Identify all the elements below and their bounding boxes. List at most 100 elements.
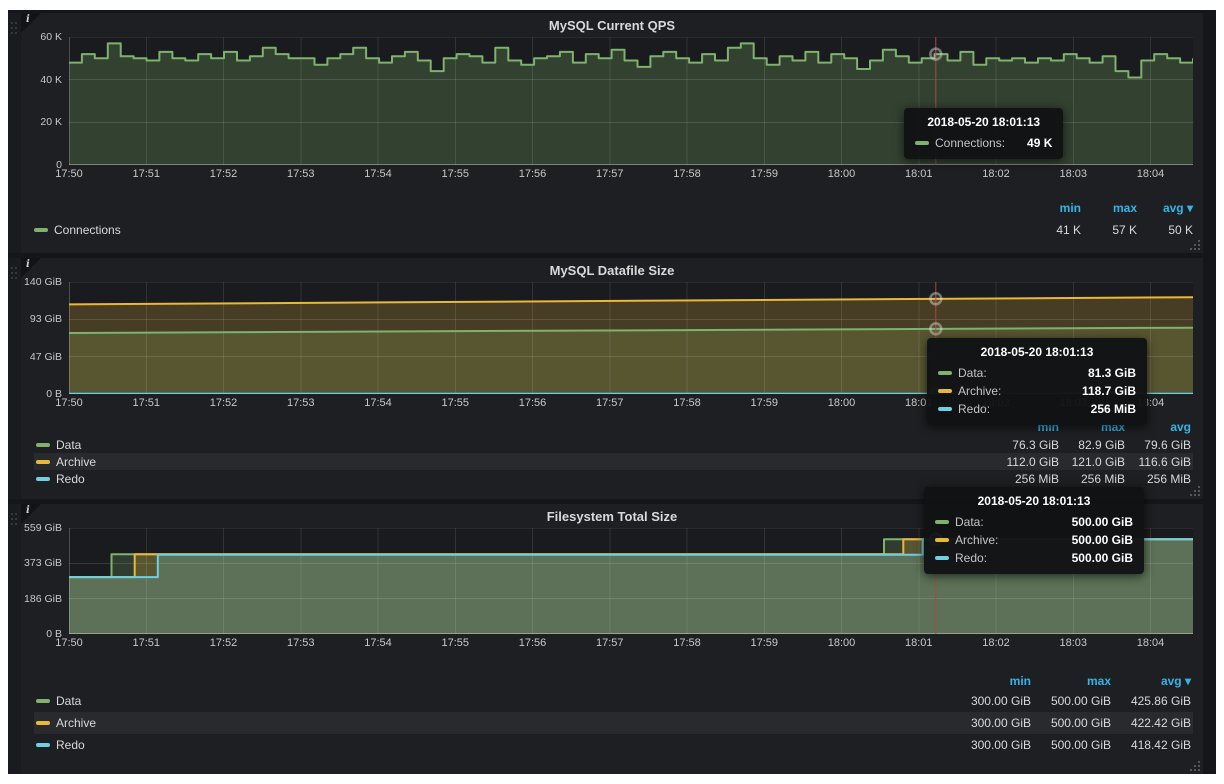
stat-header-max[interactable]: max [1081,201,1137,215]
x-tick-label: 18:01 [905,637,933,649]
tooltip-series-label: Connections: [935,134,1005,152]
stat-header-max[interactable]: max [1031,674,1111,688]
panel-resize-handle[interactable] [1189,239,1200,250]
legend-row-data: Data76.3 GiB82.9 GiB79.6 GiB [34,436,1193,453]
legend-series-label: Data [56,438,81,452]
legend-row-redo: Redo300.00 GiB500.00 GiB418.42 GiB [34,734,1193,756]
tooltip-series-row: Redo:256 MiB [938,400,1136,418]
panel-filesystem-total-size: i Filesystem Total Size 559 GiB373 GiB18… [21,504,1203,774]
panel-info-corner[interactable] [21,258,41,278]
stat-header-min[interactable]: min [1025,201,1081,215]
x-tick-label: 17:57 [596,637,624,649]
stat-value-avg: 418.42 GiB [1111,738,1191,752]
tooltip-time: 2018-05-20 18:01:13 [935,494,1133,508]
tooltip-series-row: Redo:500.00 GiB [935,549,1133,567]
tooltip-series-value: 500.00 GiB [1056,549,1133,567]
stat-value-min: 112.0 GiB [993,455,1059,469]
panel-info-corner[interactable] [21,504,41,524]
tooltip-series-label: Data: [958,364,987,382]
x-tick-label: 18:00 [828,637,856,649]
panel-info-corner[interactable] [21,13,41,33]
stat-header-avg-[interactable]: avg ▾ [1137,201,1193,215]
legend-series-archive[interactable]: Archive [36,716,951,730]
dashboard-row-3: i Filesystem Total Size 559 GiB373 GiB18… [8,504,1216,774]
series-color-dash-icon [935,520,949,524]
grip-dots-icon [11,513,13,515]
panel-resize-handle[interactable] [1189,485,1200,496]
x-tick-label: 17:57 [596,168,624,180]
legend-series-redo[interactable]: Redo [36,472,993,486]
legend-series-data[interactable]: Data [36,438,993,452]
series-color-dash-icon [938,371,952,375]
series-color-dash-icon [935,556,949,560]
panel-title[interactable]: MySQL Datafile Size [21,258,1203,282]
stat-value-avg: 50 K [1137,223,1193,237]
hover-tooltip: 2018-05-20 18:01:13 Connections: 49 K [904,108,1063,159]
tooltip-series-label: Archive: [955,531,998,549]
legend-series-connections[interactable]: Connections [34,223,121,237]
x-tick-label: 17:58 [673,637,701,649]
tooltip-series-row: Connections: 49 K [915,134,1052,152]
tooltip-rows: Data:500.00 GiBArchive:500.00 GiBRedo:50… [935,513,1133,567]
stat-value-max: 57 K [1081,223,1137,237]
x-tick-label: 18:02 [982,637,1010,649]
x-tick-label: 18:03 [1059,637,1087,649]
x-tick-label: 18:00 [828,168,856,180]
grip-dots-icon [11,267,13,269]
tooltip-series-row: Data: 81.3 GiB [938,364,1136,382]
stat-value-avg: 116.6 GiB [1125,455,1191,469]
y-axis-labels: 140 GiB93 GiB47 GiB0 B [21,282,67,412]
x-tick-label: 17:54 [364,397,392,409]
dashboard-row-1: i MySQL Current QPS 60 K40 K20 K0 17:501… [8,13,1216,253]
legend-header-row: minmaxavg ▾ [34,672,1193,690]
x-tick-label: 17:50 [55,397,83,409]
row-drag-handle[interactable] [8,504,21,774]
stat-header-min[interactable]: min [951,674,1031,688]
x-tick-label: 17:52 [210,397,238,409]
panel-resize-handle[interactable] [1189,760,1200,771]
x-tick-label: 17:50 [55,168,83,180]
panel-title[interactable]: MySQL Current QPS [21,13,1203,37]
stat-value-max: 121.0 GiB [1059,455,1125,469]
stat-value-avg: 422.42 GiB [1111,716,1191,730]
legend-series-label: Data [56,694,81,708]
stat-value-min: 41 K [1025,223,1081,237]
y-tick-label: 47 GiB [30,351,62,363]
stat-value-max: 500.00 GiB [1031,716,1111,730]
tooltip-rows: Data:81.3 GiBArchive:118.7 GiBRedo:256 M… [938,364,1136,418]
x-tick-label: 17:51 [132,168,160,180]
legend-stats: minmaxavg ▾ 41 K57 K50 K [1025,201,1193,237]
stat-value-min: 76.3 GiB [993,438,1059,452]
stat-value-max: 256 MiB [1059,472,1125,486]
x-tick-label: 18:04 [1137,637,1165,649]
legend-series-archive[interactable]: Archive [36,455,993,469]
series-color-dash-icon [36,460,50,464]
y-axis-labels: 60 K40 K20 K0 [21,37,67,183]
hover-tooltip: 2018-05-20 18:01:13 Data:81.3 GiBArchive… [927,338,1147,425]
tooltip-time: 2018-05-20 18:01:13 [915,115,1052,129]
x-tick-label: 18:02 [982,168,1010,180]
series-color-dash-icon [36,443,50,447]
stat-value-min: 256 MiB [993,472,1059,486]
x-tick-label: 17:57 [596,397,624,409]
legend-series-label: Archive [56,716,96,730]
legend-series-data[interactable]: Data [36,694,951,708]
series-color-dash-icon [36,477,50,481]
y-tick-label: 60 K [40,31,62,43]
x-tick-label: 17:59 [750,637,778,649]
row-drag-handle[interactable] [8,13,21,253]
x-tick-label: 17:52 [210,168,238,180]
x-tick-label: 18:01 [905,168,933,180]
x-tick-label: 18:03 [1059,168,1087,180]
dashboard-row-2: i MySQL Datafile Size 140 GiB93 GiB47 Gi… [8,258,1216,499]
tooltip-series-value: 500.00 GiB [1056,531,1133,549]
tooltip-series-value: 49 K [1011,134,1052,152]
tooltip-series-value: 81.3 GiB [1072,364,1136,382]
row-drag-handle[interactable] [8,258,21,499]
stat-header-avg-[interactable]: avg ▾ [1111,674,1191,688]
tooltip-series-value: 500.00 GiB [1056,513,1133,531]
tooltip-series-label: Archive: [958,382,1001,400]
legend-series-redo[interactable]: Redo [36,738,951,752]
y-axis-labels: 559 GiB373 GiB186 GiB0 B [21,528,67,652]
series-color-dash-icon [36,743,50,747]
